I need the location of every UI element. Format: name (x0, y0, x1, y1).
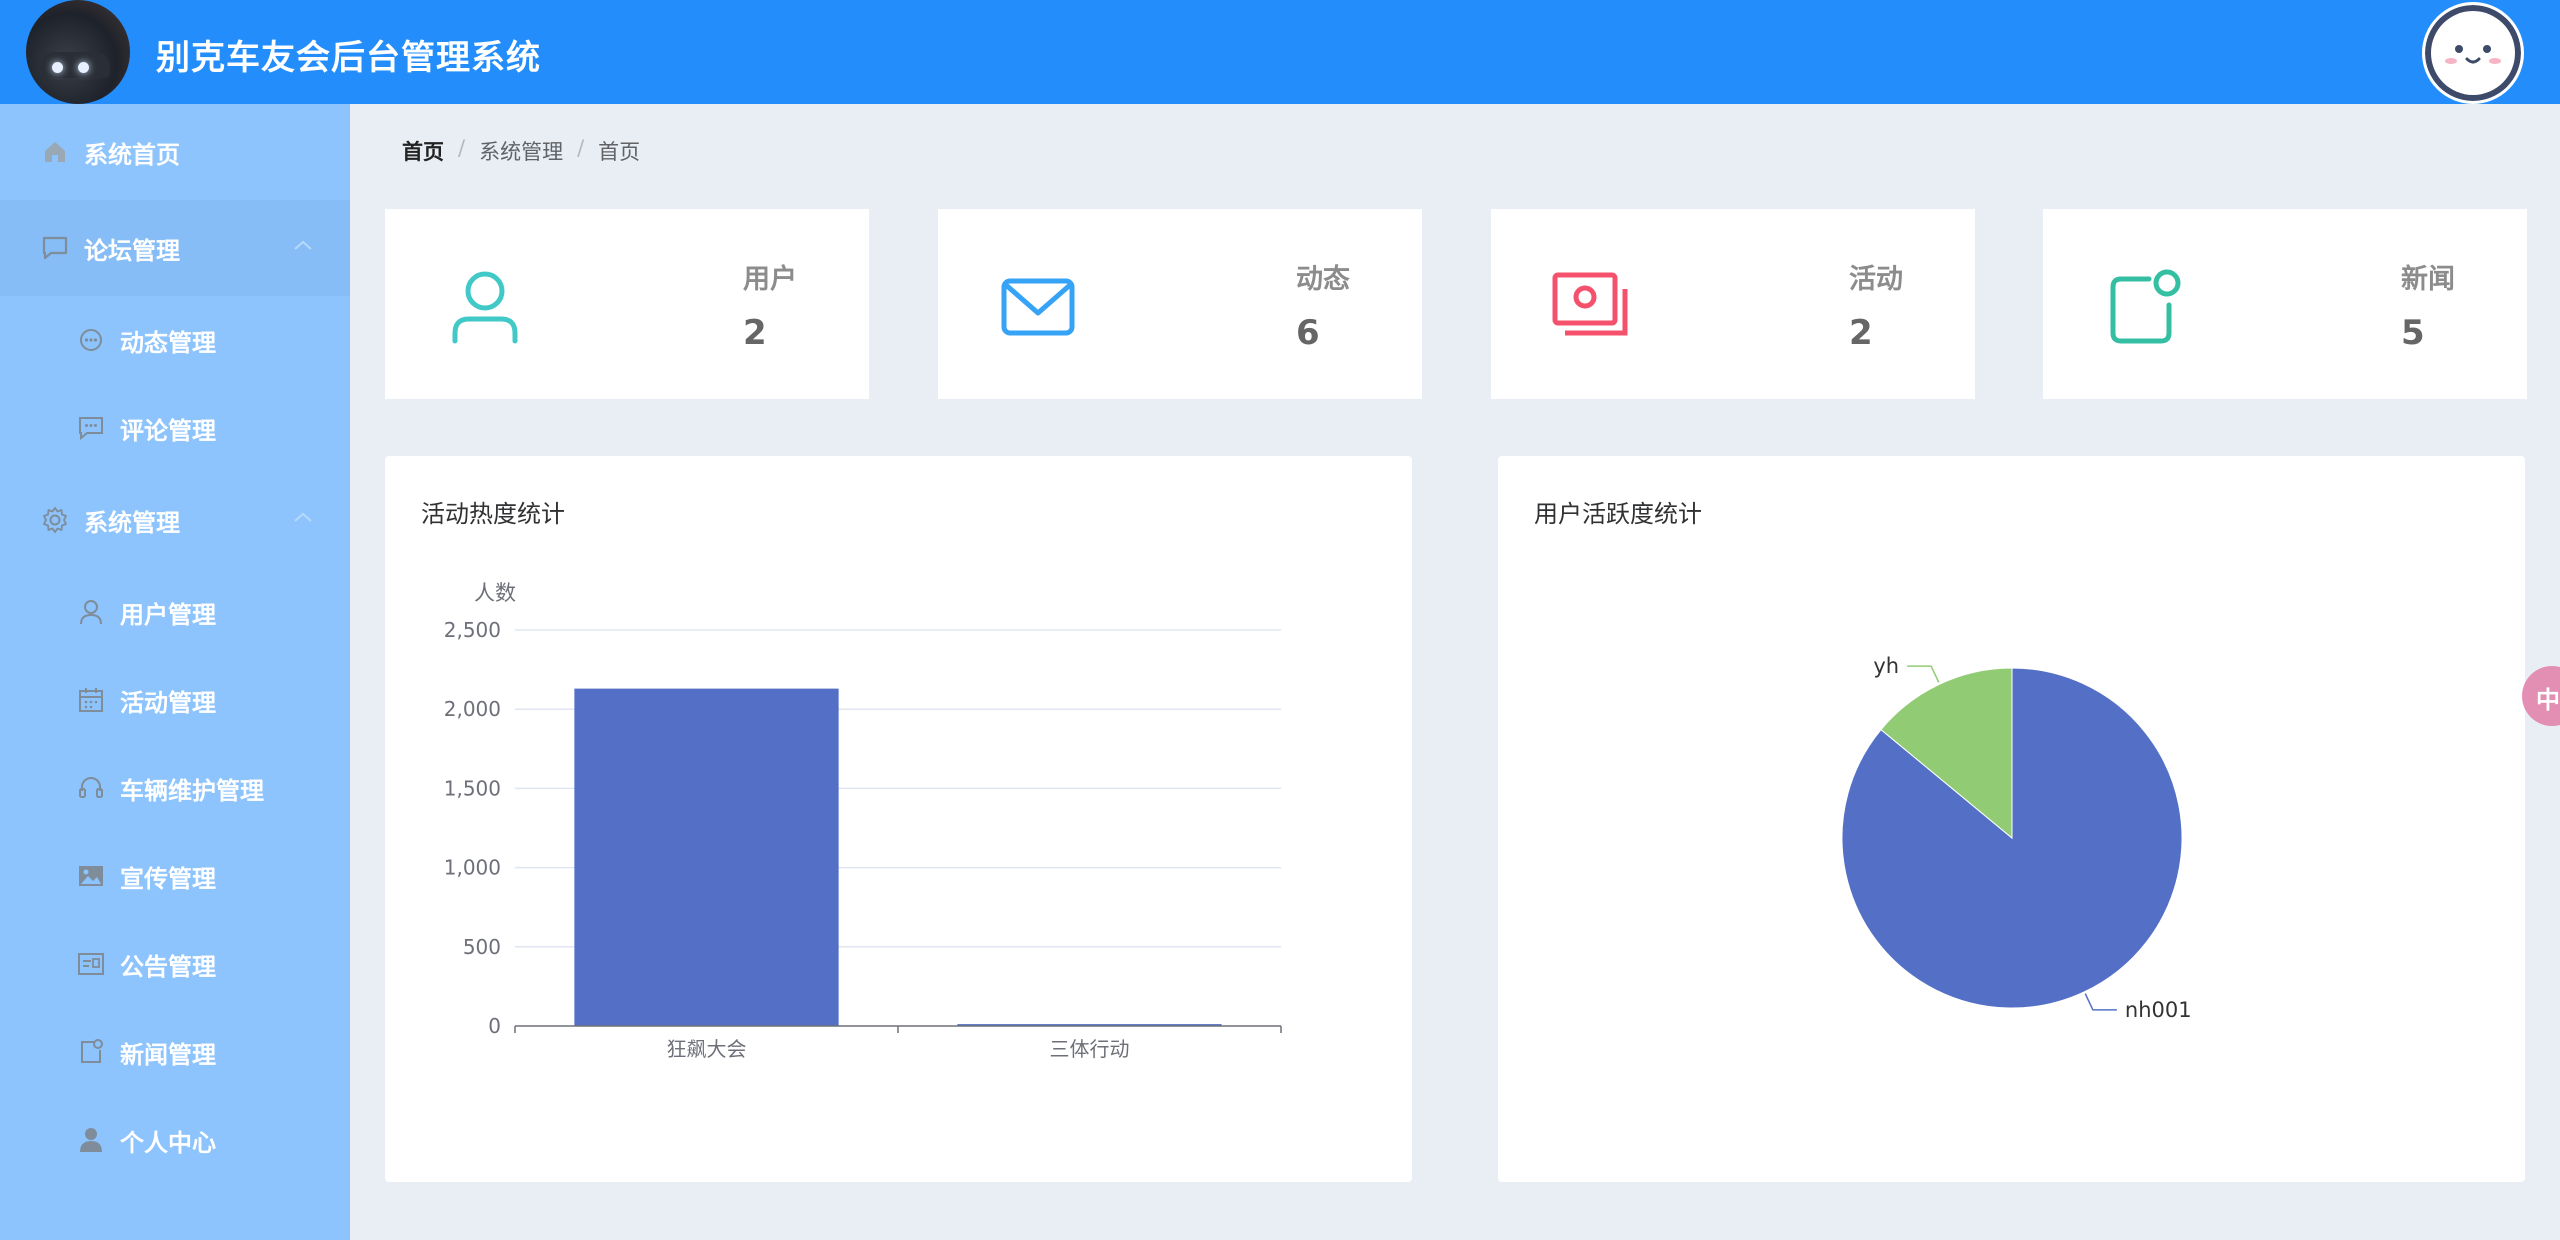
notification-icon (2110, 269, 2181, 344)
breadcrumb-item-home[interactable]: 首页 (402, 136, 444, 166)
stat-label: 新闻 (2401, 264, 2455, 295)
stat-card-news: 新闻 5 (2043, 209, 2527, 399)
y-tick-label: 500 (463, 935, 501, 959)
sidebar-item-label: 个人中心 (120, 1128, 216, 1157)
sidebar-item-comments[interactable]: 评论管理 (0, 384, 350, 472)
y-tick-label: 2,000 (444, 697, 501, 721)
sidebar-item-label: 宣传管理 (120, 864, 216, 893)
envelope-icon (1001, 278, 1075, 336)
pie-label-line (2084, 993, 2117, 1011)
sidebar-item-label: 系统管理 (84, 508, 180, 537)
calendar-icon (76, 685, 106, 715)
stat-value: 5 (2401, 313, 2425, 353)
breadcrumb-item-current: 首页 (598, 140, 641, 164)
pie-label-line (1907, 665, 1940, 683)
sidebar-item-profile[interactable]: 个人中心 (0, 1096, 350, 1184)
sidebar-item-home[interactable]: 系统首页 (0, 104, 350, 200)
comment-icon (76, 413, 106, 443)
sidebar-item-label: 评论管理 (120, 416, 216, 445)
stat-card-posts: 动态 6 (938, 209, 1422, 399)
user-activity-panel: 用户活跃度统计 nh001 yh (1498, 456, 2525, 1182)
y-tick-label: 0 (488, 1014, 501, 1038)
floating-side-tab[interactable]: 中 (2522, 666, 2560, 726)
headset-icon (76, 773, 106, 803)
stat-label: 活动 (1849, 264, 1903, 295)
y-tick-label: 2,500 (444, 618, 501, 642)
user-outline-icon (452, 271, 518, 344)
chevron-up-icon (294, 240, 312, 250)
sidebar-item-posts[interactable]: 动态管理 (0, 296, 350, 384)
activity-bar-chart: 人数 0 500 1,000 1,500 2,000 2,500 狂飙大会 三体行动 (444, 581, 1282, 1061)
sidebar-item-label: 用户管理 (120, 600, 216, 629)
y-axis-label: 人数 (474, 581, 516, 605)
pie-label: yh (1873, 654, 1899, 678)
sidebar-item-system[interactable]: 系统管理 (0, 472, 350, 568)
pie-label: nh001 (2125, 998, 2192, 1022)
stat-value: 6 (1296, 313, 1320, 353)
breadcrumb: 首页 / 系统管理 / 首页 (402, 136, 640, 166)
sidebar-item-label: 动态管理 (120, 328, 216, 357)
y-tick-label: 1,500 (444, 776, 501, 800)
sidebar-item-label: 系统首页 (84, 140, 180, 169)
breadcrumb-separator: / (458, 136, 466, 160)
sidebar-menu: 系统首页 论坛管理 动态管理 评论管理 系统管理 用户管理 活动管理 车辆维护管… (0, 104, 350, 1240)
sidebar-item-vehicle-maintenance[interactable]: 车辆维护管理 (0, 744, 350, 832)
stat-value: 2 (743, 313, 767, 353)
sidebar-item-label: 论坛管理 (84, 236, 180, 265)
gear-icon (40, 505, 70, 535)
cute-face-icon (2435, 15, 2511, 91)
notice-card-icon (76, 949, 106, 979)
user-activity-pie-chart: nh001 yh (1841, 654, 2192, 1022)
sidebar-item-promotion[interactable]: 宣传管理 (0, 832, 350, 920)
sidebar-item-label: 车辆维护管理 (120, 776, 264, 805)
breadcrumb-item-system: 系统管理 (479, 140, 564, 164)
side-tab-label: 中 (2536, 686, 2560, 714)
chat-bubble-icon (40, 233, 70, 263)
breadcrumb-separator: / (577, 136, 585, 160)
picture-icon (76, 861, 106, 891)
message-dots-icon (76, 325, 106, 355)
stat-label: 动态 (1296, 264, 1350, 295)
sidebar-item-label: 公告管理 (120, 952, 216, 981)
bar (574, 688, 839, 1026)
x-tick-label: 三体行动 (1050, 1037, 1130, 1061)
stat-card-activities: 活动 2 (1491, 209, 1975, 399)
sidebar-item-label: 活动管理 (120, 688, 216, 717)
user-avatar[interactable] (2422, 2, 2524, 104)
stat-label: 用户 (743, 264, 797, 295)
activity-chart-panel: 活动热度统计 人数 0 500 1,000 1,500 2,000 2,500 狂飙大会三… (385, 456, 1412, 1182)
x-tick-label: 狂飙大会 (667, 1037, 747, 1061)
app-title: 别克车友会后台管理系统 (156, 38, 541, 78)
news-icon (76, 1037, 106, 1067)
sidebar-item-label: 新闻管理 (120, 1040, 216, 1069)
person-icon (76, 1125, 106, 1155)
home-icon (40, 137, 70, 167)
stat-value: 2 (1849, 313, 1873, 353)
top-header: 别克车友会后台管理系统 (0, 0, 2560, 104)
sidebar-item-activities[interactable]: 活动管理 (0, 656, 350, 744)
sidebar-item-news[interactable]: 新闻管理 (0, 1008, 350, 1096)
app-logo (26, 0, 130, 104)
money-card-icon (1552, 272, 1628, 336)
y-tick-label: 1,000 (444, 856, 501, 880)
chevron-up-icon (294, 512, 312, 522)
stat-card-users: 用户 2 (385, 209, 869, 399)
user-icon (76, 597, 106, 627)
sidebar-item-users[interactable]: 用户管理 (0, 568, 350, 656)
sidebar-item-forum[interactable]: 论坛管理 (0, 200, 350, 296)
sidebar-item-announcements[interactable]: 公告管理 (0, 920, 350, 1008)
